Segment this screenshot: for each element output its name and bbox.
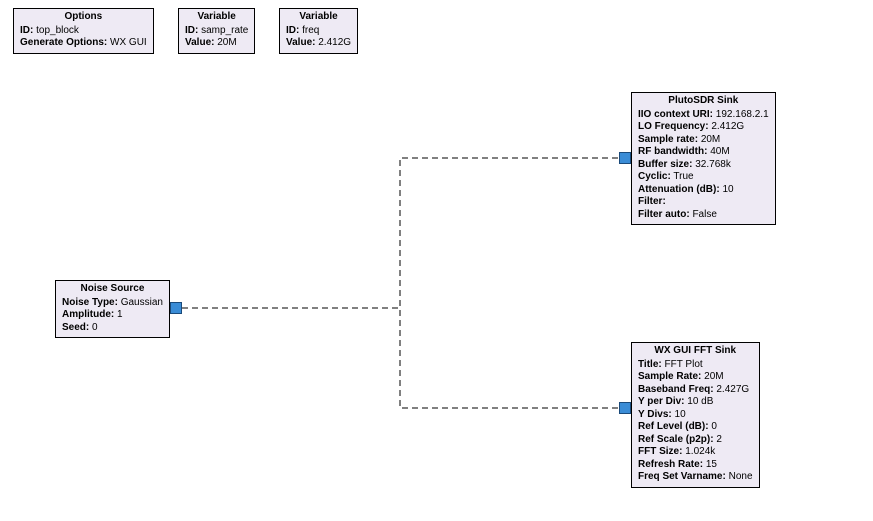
block-var1-title: Variable xyxy=(185,11,248,24)
block-options[interactable]: Options ID: top_block Generate Options: … xyxy=(13,8,154,54)
param-row: Buffer size: 32.768k xyxy=(638,159,769,172)
param-row: Refresh Rate: 15 xyxy=(638,459,753,472)
param-row: Cyclic: True xyxy=(638,171,769,184)
port-fft-in[interactable] xyxy=(619,402,631,414)
port-pluto-in[interactable] xyxy=(619,152,631,164)
block-plutosdr-sink[interactable]: PlutoSDR Sink IIO context URI: 192.168.2… xyxy=(631,92,776,225)
block-options-title: Options xyxy=(20,11,147,24)
param-row: Attenuation (dB): 10 xyxy=(638,184,769,197)
block-noise-title: Noise Source xyxy=(62,283,163,296)
param-row: Noise Type: Gaussian xyxy=(62,297,163,310)
param-row: Amplitude: 1 xyxy=(62,309,163,322)
param-row: ID: top_block xyxy=(20,25,147,38)
wire-noise-to-fft xyxy=(182,308,619,408)
param-row: Sample rate: 20M xyxy=(638,134,769,147)
param-row: Freq Set Varname: None xyxy=(638,471,753,484)
block-variable-freq[interactable]: Variable ID: freq Value: 2.412G xyxy=(279,8,358,54)
param-row: IIO context URI: 192.168.2.1 xyxy=(638,109,769,122)
param-row: Filter auto: False xyxy=(638,209,769,222)
param-row: Ref Scale (p2p): 2 xyxy=(638,434,753,447)
wire-noise-to-pluto xyxy=(182,158,619,308)
block-fft-title: WX GUI FFT Sink xyxy=(638,345,753,358)
block-variable-samp-rate[interactable]: Variable ID: samp_rate Value: 20M xyxy=(178,8,255,54)
param-row: Value: 2.412G xyxy=(286,37,351,50)
param-row: ID: samp_rate xyxy=(185,25,248,38)
param-row: Y Divs: 10 xyxy=(638,409,753,422)
param-row: Value: 20M xyxy=(185,37,248,50)
param-row: Ref Level (dB): 0 xyxy=(638,421,753,434)
param-row: Seed: 0 xyxy=(62,322,163,335)
block-var2-title: Variable xyxy=(286,11,351,24)
param-row: Y per Div: 10 dB xyxy=(638,396,753,409)
param-row: LO Frequency: 2.412G xyxy=(638,121,769,134)
param-row: ID: freq xyxy=(286,25,351,38)
block-noise-source[interactable]: Noise Source Noise Type: Gaussian Amplit… xyxy=(55,280,170,338)
param-row: Title: FFT Plot xyxy=(638,359,753,372)
param-row: Filter: xyxy=(638,196,769,209)
param-row: Sample Rate: 20M xyxy=(638,371,753,384)
param-row: Generate Options: WX GUI xyxy=(20,37,147,50)
param-row: RF bandwidth: 40M xyxy=(638,146,769,159)
param-row: Baseband Freq: 2.427G xyxy=(638,384,753,397)
param-row: FFT Size: 1.024k xyxy=(638,446,753,459)
block-wxgui-fft-sink[interactable]: WX GUI FFT Sink Title: FFT Plot Sample R… xyxy=(631,342,760,488)
port-noise-out[interactable] xyxy=(170,302,182,314)
block-pluto-title: PlutoSDR Sink xyxy=(638,95,769,108)
